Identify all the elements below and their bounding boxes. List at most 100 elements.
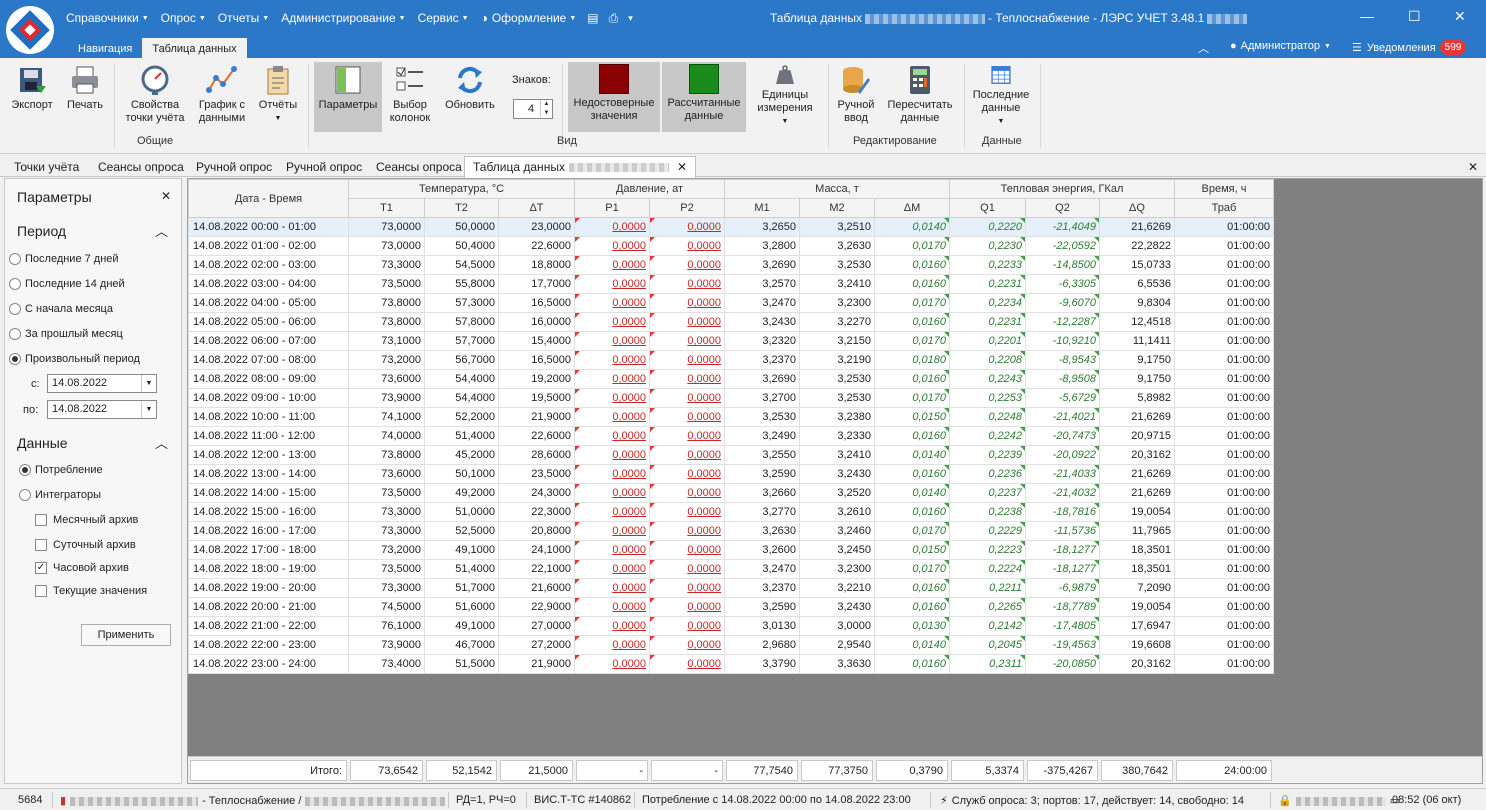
- table-cell[interactable]: 22,1000: [498, 559, 575, 579]
- table-cell[interactable]: 22,2822: [1099, 236, 1175, 256]
- table-cell[interactable]: -18,7789: [1025, 597, 1100, 617]
- table-cell[interactable]: 21,6269: [1099, 483, 1175, 503]
- table-cell[interactable]: 0,0000: [649, 578, 725, 598]
- table-cell[interactable]: 24,1000: [498, 540, 575, 560]
- table-row[interactable]: 14.08.2022 11:00 - 12:00 74,0000 51,4000 22…: [188, 426, 1274, 446]
- table-cell[interactable]: 3,2570: [724, 274, 800, 294]
- menu-polling[interactable]: Опрос ▼: [155, 11, 212, 25]
- export-button[interactable]: Экспорт: [8, 62, 56, 128]
- table-cell[interactable]: 14.08.2022 21:00 - 22:00: [188, 616, 349, 636]
- table-cell[interactable]: 3,2630: [799, 236, 875, 256]
- table-cell[interactable]: 49,1000: [424, 616, 499, 636]
- table-cell[interactable]: 12,4518: [1099, 312, 1175, 332]
- table-row[interactable]: 14.08.2022 12:00 - 13:00 73,8000 45,2000 28…: [188, 445, 1274, 465]
- table-cell[interactable]: 51,4000: [424, 426, 499, 446]
- table-cell[interactable]: 0,0000: [649, 464, 725, 484]
- table-cell[interactable]: 14.08.2022 06:00 - 07:00: [188, 331, 349, 351]
- table-cell[interactable]: 9,8304: [1099, 293, 1175, 313]
- table-cell[interactable]: 0,0000: [574, 293, 650, 313]
- table-cell[interactable]: 14.08.2022 22:00 - 23:00: [188, 635, 349, 655]
- table-cell[interactable]: 0,2231: [949, 312, 1026, 332]
- point-properties-button[interactable]: Свойства точки учёта: [120, 62, 190, 128]
- table-cell[interactable]: 22,3000: [498, 502, 575, 522]
- table-cell[interactable]: 3,2690: [724, 255, 800, 275]
- table-row[interactable]: 14.08.2022 18:00 - 19:00 73,5000 51,4000 22…: [188, 559, 1274, 579]
- table-cell[interactable]: 14.08.2022 23:00 - 24:00: [188, 654, 349, 674]
- table-cell[interactable]: -19,4563: [1025, 635, 1100, 655]
- table-cell[interactable]: -11,5736: [1025, 521, 1100, 541]
- table-cell[interactable]: 0,0000: [574, 635, 650, 655]
- table-row[interactable]: 14.08.2022 20:00 - 21:00 74,5000 51,6000 22…: [188, 597, 1274, 617]
- table-cell[interactable]: 73,3000: [348, 502, 425, 522]
- table-cell[interactable]: 20,9715: [1099, 426, 1175, 446]
- table-cell[interactable]: 14.08.2022 04:00 - 05:00: [188, 293, 349, 313]
- table-cell[interactable]: 0,0000: [574, 255, 650, 275]
- recalculate-button[interactable]: Пересчитать данные: [884, 62, 956, 128]
- parameters-toggle[interactable]: Параметры: [314, 62, 382, 132]
- column-header[interactable]: Q1: [949, 198, 1026, 218]
- table-cell[interactable]: 01:00:00: [1174, 445, 1274, 465]
- user-menu[interactable]: ● Администратор ▼: [1230, 40, 1331, 52]
- table-cell[interactable]: 01:00:00: [1174, 464, 1274, 484]
- table-cell[interactable]: 24,3000: [498, 483, 575, 503]
- table-cell[interactable]: -18,7816: [1025, 502, 1100, 522]
- spinner-arrows-icon[interactable]: ▲ ▼: [540, 100, 552, 118]
- table-row[interactable]: 14.08.2022 15:00 - 16:00 73,3000 51,0000 22…: [188, 502, 1274, 522]
- table-cell[interactable]: -6,9879: [1025, 578, 1100, 598]
- column-header[interactable]: P2: [649, 198, 725, 218]
- close-tab-icon[interactable]: ✕: [677, 160, 687, 174]
- table-cell[interactable]: 73,8000: [348, 312, 425, 332]
- table-cell[interactable]: 51,0000: [424, 502, 499, 522]
- table-cell[interactable]: 23,0000: [498, 217, 575, 237]
- table-cell[interactable]: 0,0000: [574, 350, 650, 370]
- table-cell[interactable]: 3,2610: [799, 502, 875, 522]
- table-cell[interactable]: 0,2223: [949, 540, 1026, 560]
- table-cell[interactable]: 0,2230: [949, 236, 1026, 256]
- table-cell[interactable]: 01:00:00: [1174, 521, 1274, 541]
- table-cell[interactable]: 3,2430: [724, 312, 800, 332]
- table-cell[interactable]: 3,2300: [799, 293, 875, 313]
- data-consumption[interactable]: Потребление: [19, 464, 103, 476]
- period-last-month[interactable]: За прошлый месяц: [9, 328, 123, 340]
- reports-button[interactable]: Отчёты ▼: [254, 62, 302, 128]
- table-cell[interactable]: 0,0140: [874, 445, 950, 465]
- tab-poll-sessions[interactable]: Сеансы опроса: [98, 157, 184, 177]
- table-cell[interactable]: 0,2211: [949, 578, 1026, 598]
- table-cell[interactable]: 6,5536: [1099, 274, 1175, 294]
- archive-hourly[interactable]: ✓ Часовой архив: [35, 562, 129, 574]
- period-last-7-days[interactable]: Последние 7 дней: [9, 253, 119, 265]
- calculated-data-toggle[interactable]: Рассчитанные данные: [662, 62, 746, 132]
- table-cell[interactable]: 3,0000: [799, 616, 875, 636]
- table-cell[interactable]: 73,5000: [348, 483, 425, 503]
- table-row[interactable]: 14.08.2022 14:00 - 15:00 73,5000 49,2000 24…: [188, 483, 1274, 503]
- column-header[interactable]: ΔM: [874, 198, 950, 218]
- table-cell[interactable]: 0,2239: [949, 445, 1026, 465]
- maximize-icon[interactable]: ☐: [1408, 8, 1421, 25]
- column-header[interactable]: T1: [348, 198, 425, 218]
- table-cell[interactable]: 01:00:00: [1174, 312, 1274, 332]
- table-row[interactable]: 14.08.2022 02:00 - 03:00 73,3000 54,5000 18…: [188, 255, 1274, 275]
- table-cell[interactable]: 54,4000: [424, 369, 499, 389]
- table-cell[interactable]: 0,0000: [649, 274, 725, 294]
- table-cell[interactable]: 3,2150: [799, 331, 875, 351]
- table-cell[interactable]: 3,2700: [724, 388, 800, 408]
- table-cell[interactable]: 3,2380: [799, 407, 875, 427]
- table-cell[interactable]: 0,0000: [649, 521, 725, 541]
- column-header[interactable]: ΔT: [498, 198, 575, 218]
- table-cell[interactable]: 01:00:00: [1174, 255, 1274, 275]
- archive-daily[interactable]: Суточный архив: [35, 539, 136, 551]
- table-cell[interactable]: 3,2320: [724, 331, 800, 351]
- table-cell[interactable]: 0,2045: [949, 635, 1026, 655]
- table-cell[interactable]: -21,4032: [1025, 483, 1100, 503]
- table-cell[interactable]: 0,0000: [574, 521, 650, 541]
- table-cell[interactable]: 0,0160: [874, 312, 950, 332]
- table-cell[interactable]: 16,5000: [498, 350, 575, 370]
- table-cell[interactable]: 01:00:00: [1174, 597, 1274, 617]
- table-cell[interactable]: 22,6000: [498, 236, 575, 256]
- table-cell[interactable]: 0,0160: [874, 255, 950, 275]
- table-row[interactable]: 14.08.2022 17:00 - 18:00 73,2000 49,1000 24…: [188, 540, 1274, 560]
- table-cell[interactable]: 0,2237: [949, 483, 1026, 503]
- table-cell[interactable]: 01:00:00: [1174, 616, 1274, 636]
- table-cell[interactable]: -18,1277: [1025, 559, 1100, 579]
- table-cell[interactable]: 11,7965: [1099, 521, 1175, 541]
